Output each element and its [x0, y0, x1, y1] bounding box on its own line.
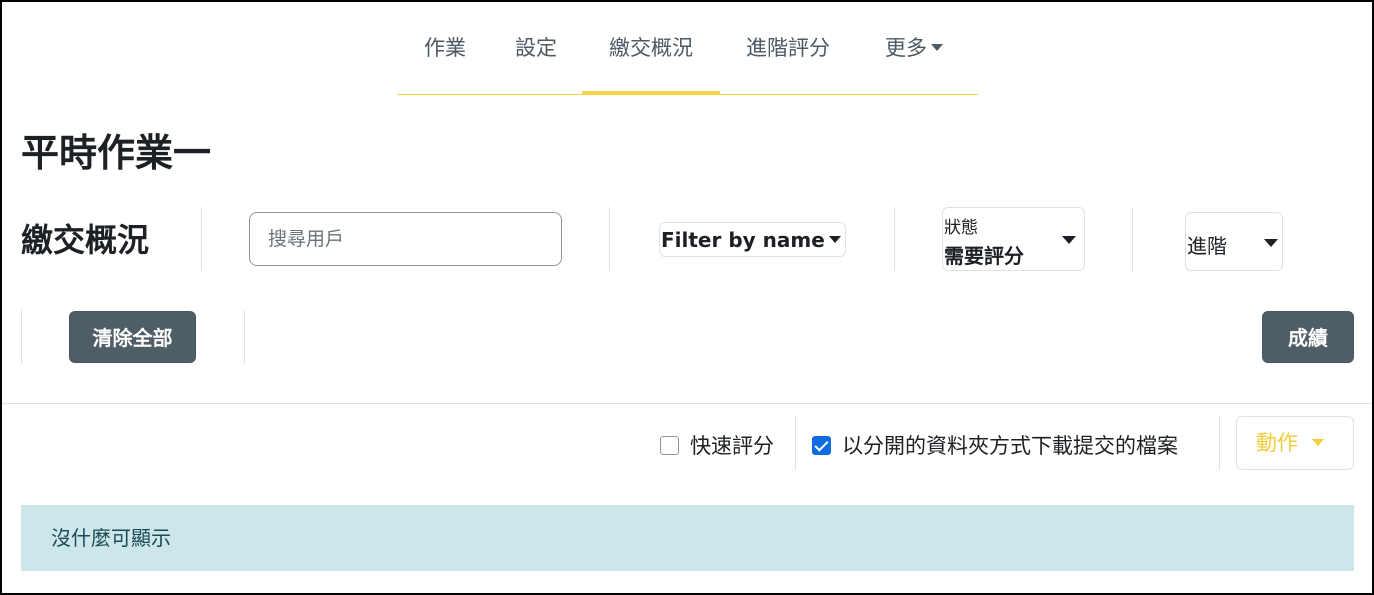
divider: [795, 416, 796, 470]
page-title: 平時作業一: [21, 131, 212, 175]
tab-label: 繳交概況: [609, 36, 693, 60]
status-filter-dropdown[interactable]: 狀態 需要評分: [942, 207, 1085, 271]
status-filter-label: 狀態: [944, 218, 978, 238]
divider: [894, 207, 895, 271]
tab-label: 設定: [515, 36, 557, 60]
tab-label: 更多: [885, 36, 927, 60]
filter-by-name-dropdown[interactable]: Filter by name: [659, 222, 846, 257]
advanced-filter-label: 進階: [1187, 234, 1227, 258]
chevron-down-icon: [1264, 239, 1278, 247]
chevron-down-icon: [1312, 438, 1324, 446]
actions-label: 動作: [1256, 431, 1298, 455]
download-separate-folders-option[interactable]: 以分開的資料夾方式下載提交的檔案: [812, 425, 1178, 465]
tab-label: 作業: [424, 36, 466, 60]
download-separate-folders-label: 以分開的資料夾方式下載提交的檔案: [842, 434, 1178, 458]
filter-by-name-label: Filter by name: [661, 228, 825, 252]
tab-label: 進階評分: [746, 36, 830, 60]
chevron-down-icon: [1062, 236, 1076, 244]
divider: [1132, 207, 1133, 271]
divider: [201, 207, 202, 271]
divider: [609, 207, 610, 271]
checkbox-icon[interactable]: [660, 435, 679, 455]
actions-dropdown-button[interactable]: 動作: [1236, 416, 1354, 470]
tab-assignment[interactable]: 作業: [415, 20, 475, 94]
grades-button[interactable]: 成績: [1262, 311, 1354, 363]
checkbox-icon[interactable]: [812, 435, 831, 455]
quick-grading-option[interactable]: 快速評分: [660, 425, 774, 465]
empty-state-message: 沒什麼可顯示: [51, 526, 171, 550]
divider: [1219, 416, 1220, 470]
empty-state-alert: 沒什麼可顯示: [21, 505, 1354, 571]
tab-more[interactable]: 更多: [877, 20, 951, 94]
clear-all-button[interactable]: 清除全部: [69, 311, 196, 363]
secondary-navigation: 作業 設定 繳交概況 進階評分 更多: [397, 20, 978, 95]
status-filter-value: 需要評分: [944, 244, 1024, 268]
quick-grading-label: 快速評分: [690, 434, 774, 458]
tab-advanced-grading[interactable]: 進階評分: [740, 20, 836, 94]
chevron-down-icon: [931, 43, 943, 51]
advanced-filter-dropdown[interactable]: 進階: [1185, 212, 1283, 271]
tab-submissions[interactable]: 繳交概況: [582, 20, 720, 95]
section-title: 繳交概況: [21, 221, 150, 259]
divider: [244, 310, 245, 364]
divider: [21, 310, 22, 364]
section-divider: [2, 403, 1372, 404]
tab-settings[interactable]: 設定: [509, 20, 563, 94]
chevron-down-icon: [828, 236, 841, 243]
search-users-input[interactable]: [249, 212, 562, 266]
